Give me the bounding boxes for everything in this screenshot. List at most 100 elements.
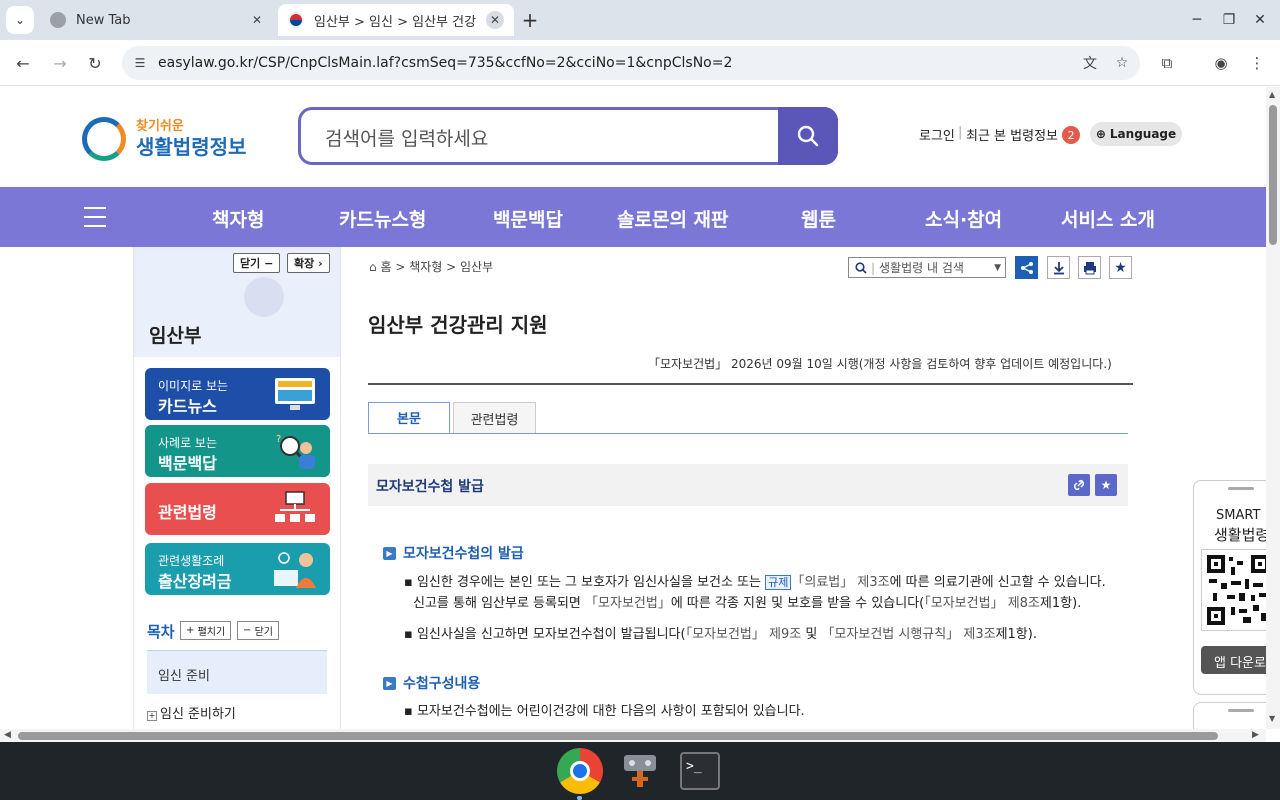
card-birth-incentive[interactable]: 관련생활조례 출산장려금 (145, 543, 330, 595)
print-button[interactable] (1078, 256, 1101, 279)
toc-item-pregnancy-prep[interactable]: 임신 준비 (147, 650, 327, 694)
regulation-tag[interactable]: 규제 (765, 575, 792, 590)
toc-item-pregnancy-prep-sub[interactable]: + 임신 준비하기 (147, 703, 236, 722)
law-ref-maternal-act-9[interactable]: 「모자보건법」 제9조 (686, 627, 802, 642)
search-input-placeholder[interactable]: 검색어를 입력하세요 (325, 124, 488, 151)
side-panel: 닫기 − 확장 › 임산부 이미지로 보는 카드뉴스 사례로 보는 백문백답 ?… (133, 247, 341, 729)
forward-icon[interactable]: → (46, 49, 74, 77)
hamburger-menu-icon[interactable] (84, 207, 106, 227)
section-link-button[interactable] (1068, 474, 1090, 496)
recent-laws-link[interactable]: 최근 본 법령정보 (966, 125, 1058, 144)
law-ref-maternal-rule-3[interactable]: 「모자보건법 시행규칙」 제3조 (821, 627, 995, 642)
p3-text-b: 및 (801, 627, 822, 642)
p2-text-b: 에 따른 각종 지원 및 보호를 받을 수 있습니다( (670, 596, 925, 611)
extensions-icon[interactable]: ⧉ (1153, 49, 1181, 77)
close-tab-icon[interactable]: ✕ (486, 11, 504, 29)
gnb-item-booklet[interactable]: 책자형 (212, 205, 264, 232)
toc-expand-button[interactable]: + 펼치기 (180, 621, 232, 640)
language-button[interactable]: ⊕ Language (1090, 122, 1182, 146)
translate-icon[interactable]: 文 (1076, 49, 1104, 77)
back-icon[interactable]: ← (9, 49, 37, 77)
logo-line2: 생활법령정보 (136, 135, 247, 159)
gnb-item-news[interactable]: 소식·참여 (925, 205, 1002, 232)
scroll-right-icon[interactable]: ▶ (1252, 730, 1259, 740)
gnb-item-webtoon[interactable]: 웹툰 (801, 205, 836, 232)
p1-text-b: 에 따른 의료기관에 신고할 수 있습니다. (889, 575, 1106, 590)
breadcrumb-home[interactable]: 홈 (380, 260, 391, 274)
download-button[interactable] (1047, 256, 1070, 279)
horizontal-scrollbar[interactable]: ◀ ▶ (0, 729, 1266, 742)
bookmark-star-icon[interactable]: ☆ (1108, 49, 1136, 77)
logo-swirl-icon (82, 117, 126, 161)
breadcrumb-level1[interactable]: 책자형 (409, 260, 442, 274)
breadcrumb-level2[interactable]: 임산부 (460, 260, 493, 274)
inner-search-label: 생활법령 내 검색 (879, 261, 964, 275)
home-icon[interactable]: ⌂ (369, 260, 377, 274)
horizontal-scroll-thumb[interactable] (18, 732, 1218, 740)
qr-line1: SMART (1216, 508, 1261, 523)
inner-search-select[interactable]: | 생활법령 내 검색 ▼ (848, 257, 1006, 278)
section-bookmark-button[interactable]: ★ (1095, 474, 1117, 496)
tab-underline (368, 433, 1128, 434)
browser-toolbar: ← → ↻ ☰ easylaw.go.kr/CSP/CnpClsMain.laf… (0, 40, 1280, 86)
app-download-button[interactable]: 앱 다운로드 (1201, 646, 1266, 674)
p4-text: 모자보건수첩에는 어린이건강에 대한 다음의 사항이 포함되어 있습니다. (416, 704, 805, 719)
url-text[interactable]: easylaw.go.kr/CSP/CnpClsMain.laf?csmSeq=… (158, 55, 1076, 71)
taskbar-chrome[interactable] (557, 748, 603, 794)
profile-icon[interactable]: ◉ (1207, 49, 1235, 77)
decoration-circle (244, 277, 284, 317)
taskbar-terminal[interactable]: >_ (677, 748, 723, 794)
search-icon (797, 125, 819, 147)
site-logo[interactable]: 찾기쉬운 생활법령정보 (82, 113, 246, 163)
gnb-item-about[interactable]: 서비스 소개 (1061, 205, 1155, 232)
gnb-item-cardnews[interactable]: 카드뉴스형 (339, 205, 426, 232)
panel-expand-button[interactable]: 확장 › (287, 253, 330, 273)
tab-search-dropdown-icon[interactable]: ⌄ (6, 6, 34, 34)
widget-grip[interactable] (1228, 487, 1254, 490)
card-related-laws[interactable]: 관련법령 (145, 483, 330, 535)
favorite-button[interactable]: ★ (1109, 256, 1132, 279)
p1-text-a: 임신한 경우에는 본인 또는 그 보호자가 임신사실을 보건소 또는 (416, 575, 761, 590)
minimize-icon[interactable]: ─ (1185, 8, 1209, 32)
scroll-down-icon[interactable]: ▼ (1269, 714, 1275, 723)
card-qna[interactable]: 사례로 보는 백문백답 ? (145, 425, 330, 477)
law-ref-maternal-act-8[interactable]: 「모자보건법」 제8조 (924, 596, 1040, 611)
login-link[interactable]: 로그인 (919, 125, 955, 144)
scroll-left-icon[interactable]: ◀ (4, 730, 11, 740)
search-button[interactable] (778, 107, 838, 165)
vertical-scrollbar[interactable]: ▲ ▼ (1266, 87, 1280, 729)
site-info-icon[interactable]: ☰ (130, 53, 150, 73)
terminal-icon: >_ (680, 752, 720, 790)
reload-icon[interactable]: ↻ (81, 49, 109, 77)
gnb-item-solomon[interactable]: 솔로몬의 재판 (617, 205, 729, 232)
recent-count-badge: 2 (1062, 126, 1080, 144)
taskbar-network-tool[interactable] (617, 748, 663, 794)
close-window-icon[interactable]: ✕ (1248, 8, 1272, 32)
share-button[interactable] (1015, 256, 1038, 279)
browser-menu-icon[interactable]: ⋮ (1243, 49, 1271, 77)
tab-body[interactable]: 본문 (368, 402, 450, 434)
scroll-up-icon[interactable]: ▲ (1269, 90, 1275, 99)
toc-collapse-button[interactable]: − 닫기 (237, 621, 279, 640)
widget-grip[interactable] (1228, 709, 1254, 712)
site-header: 찾기쉬운 생활법령정보 검색어를 입력하세요 로그인 | 최근 본 법령정보 2… (0, 87, 1266, 187)
tab-related-laws[interactable]: 관련법령 (453, 402, 536, 434)
korea-flag-favicon-icon (288, 12, 304, 28)
main-search-box[interactable]: 검색어를 입력하세요 (298, 107, 838, 165)
card-main: 관련법령 (158, 503, 217, 522)
vertical-scroll-thumb[interactable] (1269, 105, 1277, 245)
panel-close-label: 닫기 (240, 257, 261, 270)
gnb-item-qna[interactable]: 백문백답 (493, 205, 563, 232)
law-ref-maternal-act[interactable]: 「모자보건법」 (585, 596, 671, 611)
address-bar[interactable]: ☰ easylaw.go.kr/CSP/CnpClsMain.laf?csmSe… (122, 46, 1140, 80)
new-tab-icon[interactable]: + (518, 8, 542, 32)
close-tab-icon[interactable]: ✕ (248, 11, 266, 29)
restore-icon[interactable]: ❐ (1217, 8, 1241, 32)
panel-close-button[interactable]: 닫기 − (233, 253, 281, 273)
browser-tab-new-tab[interactable]: New Tab ✕ (40, 4, 276, 36)
card-cardnews[interactable]: 이미지로 보는 카드뉴스 (145, 368, 330, 420)
page-title: 임산부 건강관리 지원 (368, 313, 548, 337)
p2-text-c: 제1항). (1039, 596, 1082, 611)
browser-tab-active[interactable]: 임산부 > 임신 > 임산부 건강 ✕ (278, 4, 514, 36)
law-ref-medical-act[interactable]: 「의료법」 제3조 (791, 575, 889, 590)
